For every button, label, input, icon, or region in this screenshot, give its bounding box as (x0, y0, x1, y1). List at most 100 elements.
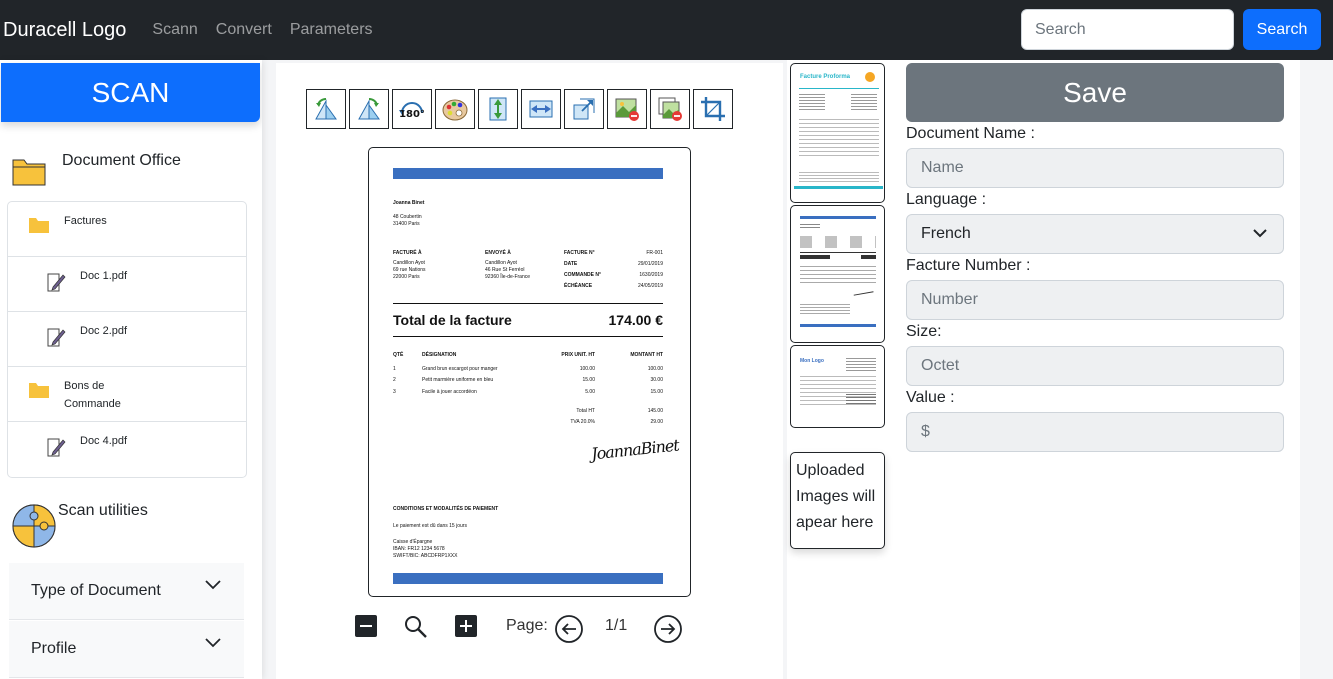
invoice-header-bar (393, 168, 663, 179)
language-select[interactable]: French (906, 214, 1284, 254)
page-label: Page: (506, 617, 548, 634)
conditions-heading: CONDITIONS ET MODALITÉS DE PAIEMENT (393, 506, 499, 512)
billed-to-line: 22000 Paris (393, 274, 420, 280)
sent-to-line: Candillon Ayot (485, 260, 517, 266)
row-amount: 15.00 (650, 389, 663, 395)
metadata-form: Save Document Name : Language : French F… (900, 60, 1300, 679)
document-edit-icon (47, 273, 66, 292)
resize-button[interactable] (564, 89, 604, 129)
tva-value: 29.00 (650, 419, 663, 425)
document-office-title: Document Office (62, 152, 181, 169)
flip-vertical-button[interactable] (478, 89, 518, 129)
meta-value: 24/05/2019 (637, 283, 663, 289)
divider (393, 303, 663, 304)
search-form: Search (1021, 9, 1321, 50)
rotate-right-icon (358, 98, 380, 120)
rotate-right-button[interactable] (349, 89, 389, 129)
document-viewer: 180° Joanna Binet 48 Coubertin 31400 Par… (276, 63, 783, 679)
search-input[interactable] (1021, 9, 1234, 50)
previous-page-button[interactable] (554, 614, 584, 644)
divider (393, 336, 663, 337)
brand-logo[interactable]: Duracell Logo (3, 19, 126, 42)
row-qty: 2 (393, 377, 396, 383)
folder-icon (29, 383, 49, 398)
sent-to-line: 46 Rue St Ferréol (485, 267, 525, 273)
total-ht-value: 145.00 (647, 408, 663, 414)
row-amount: 30.00 (650, 377, 663, 383)
tree-item-label: Doc 1.pdf (80, 270, 128, 282)
save-button[interactable]: Save (906, 63, 1284, 122)
facture-number-input[interactable] (906, 280, 1284, 320)
color-palette-icon (442, 99, 468, 121)
invoice-total-label: Total de la facture (393, 312, 512, 328)
sidebar: SCAN Document Office Factures Doc 1.pdf … (0, 60, 262, 679)
thumbnail-page-3[interactable]: Mon Logo (790, 345, 885, 428)
meta-value: 1630/2019 (639, 272, 663, 278)
row-designation: Petit marmière uniforme en bleu (422, 377, 494, 383)
invoice-sender-address-1: 48 Coubertin (393, 214, 422, 220)
meta-key: FACTURE N° (564, 250, 595, 256)
document-name-input[interactable] (906, 148, 1284, 188)
tree-item-label: Doc 2.pdf (80, 325, 128, 337)
total-ht-label: Total HT (576, 408, 595, 414)
tree-folder-bons-de-commande[interactable]: Bons de Commande (8, 367, 246, 422)
rotate-left-button[interactable] (306, 89, 346, 129)
meta-key: COMMANDE N° (564, 272, 601, 278)
signature: JoannaBinet (590, 435, 680, 464)
meta-value: FR-001 (646, 250, 663, 256)
resize-icon (573, 98, 595, 120)
chevron-down-icon (205, 580, 221, 590)
puzzle-icon (12, 504, 56, 548)
crop-button[interactable] (693, 89, 733, 129)
remove-image-icon (615, 98, 639, 121)
row-price: 15.00 (582, 377, 595, 383)
thumbnail-page-2[interactable] (790, 205, 885, 343)
sent-to-line: 92360 Île-de-France (485, 274, 531, 280)
rotate-180-button[interactable]: 180° (392, 89, 432, 129)
value-input[interactable] (906, 412, 1284, 452)
nav-link-parameters[interactable]: Parameters (290, 21, 373, 39)
nav-link-convert[interactable]: Convert (216, 21, 272, 39)
zoom-out-button[interactable] (354, 615, 378, 637)
thumbnail-page-1[interactable]: Facture Proforma (790, 63, 885, 203)
search-button[interactable]: Search (1243, 9, 1321, 50)
tree-doc-1[interactable]: Doc 1.pdf (8, 257, 246, 312)
folder-icon (12, 159, 46, 186)
remove-image-button[interactable] (607, 89, 647, 129)
scan-utilities-title: Scan utilities (58, 502, 148, 519)
search-zoom-icon[interactable] (404, 615, 428, 639)
row-qty: 3 (393, 389, 396, 395)
tva-label: TVA 20.0% (570, 419, 595, 425)
flip-horizontal-button[interactable] (521, 89, 561, 129)
row-designation: Grand brun escargot pour manger (422, 366, 498, 372)
billed-to-line: 69 rue Nations (393, 267, 426, 273)
language-label: Language : (906, 191, 987, 208)
sent-to-heading: ENVOYÉ À (485, 250, 511, 256)
bank-line: Caisse d'Épargne (393, 539, 433, 545)
accordion-label: Profile (31, 640, 77, 657)
nav-link-scann[interactable]: Scann (152, 21, 197, 39)
flip-horizontal-icon (529, 100, 553, 118)
delete-page-button[interactable] (650, 89, 690, 129)
column-header: QTÉ (393, 352, 404, 358)
document-page[interactable]: Joanna Binet 48 Coubertin 31400 Paris FA… (368, 147, 691, 597)
facture-number-label: Facture Number : (906, 257, 1031, 274)
tree-doc-4[interactable]: Doc 4.pdf (8, 422, 246, 477)
folder-icon (29, 218, 49, 233)
next-page-button[interactable] (653, 614, 683, 644)
accordion-profile[interactable]: Profile (9, 621, 244, 678)
delete-page-icon (658, 97, 682, 121)
billed-to-heading: FACTURÉ À (393, 250, 422, 256)
invoice-sender-address-2: 31400 Paris (393, 221, 420, 227)
document-tree: Factures Doc 1.pdf Doc 2.pdf Bons de Com… (7, 201, 247, 478)
zoom-in-button[interactable] (454, 615, 478, 637)
size-input[interactable] (906, 346, 1284, 386)
color-adjust-button[interactable] (435, 89, 475, 129)
row-price: 100.00 (579, 366, 595, 372)
scan-button[interactable]: SCAN (1, 63, 260, 122)
edit-toolbar: 180° (306, 89, 736, 129)
row-price: 5.00 (585, 389, 595, 395)
tree-doc-2[interactable]: Doc 2.pdf (8, 312, 246, 367)
tree-folder-factures[interactable]: Factures (8, 202, 246, 257)
accordion-type-of-document[interactable]: Type of Document (9, 563, 244, 620)
